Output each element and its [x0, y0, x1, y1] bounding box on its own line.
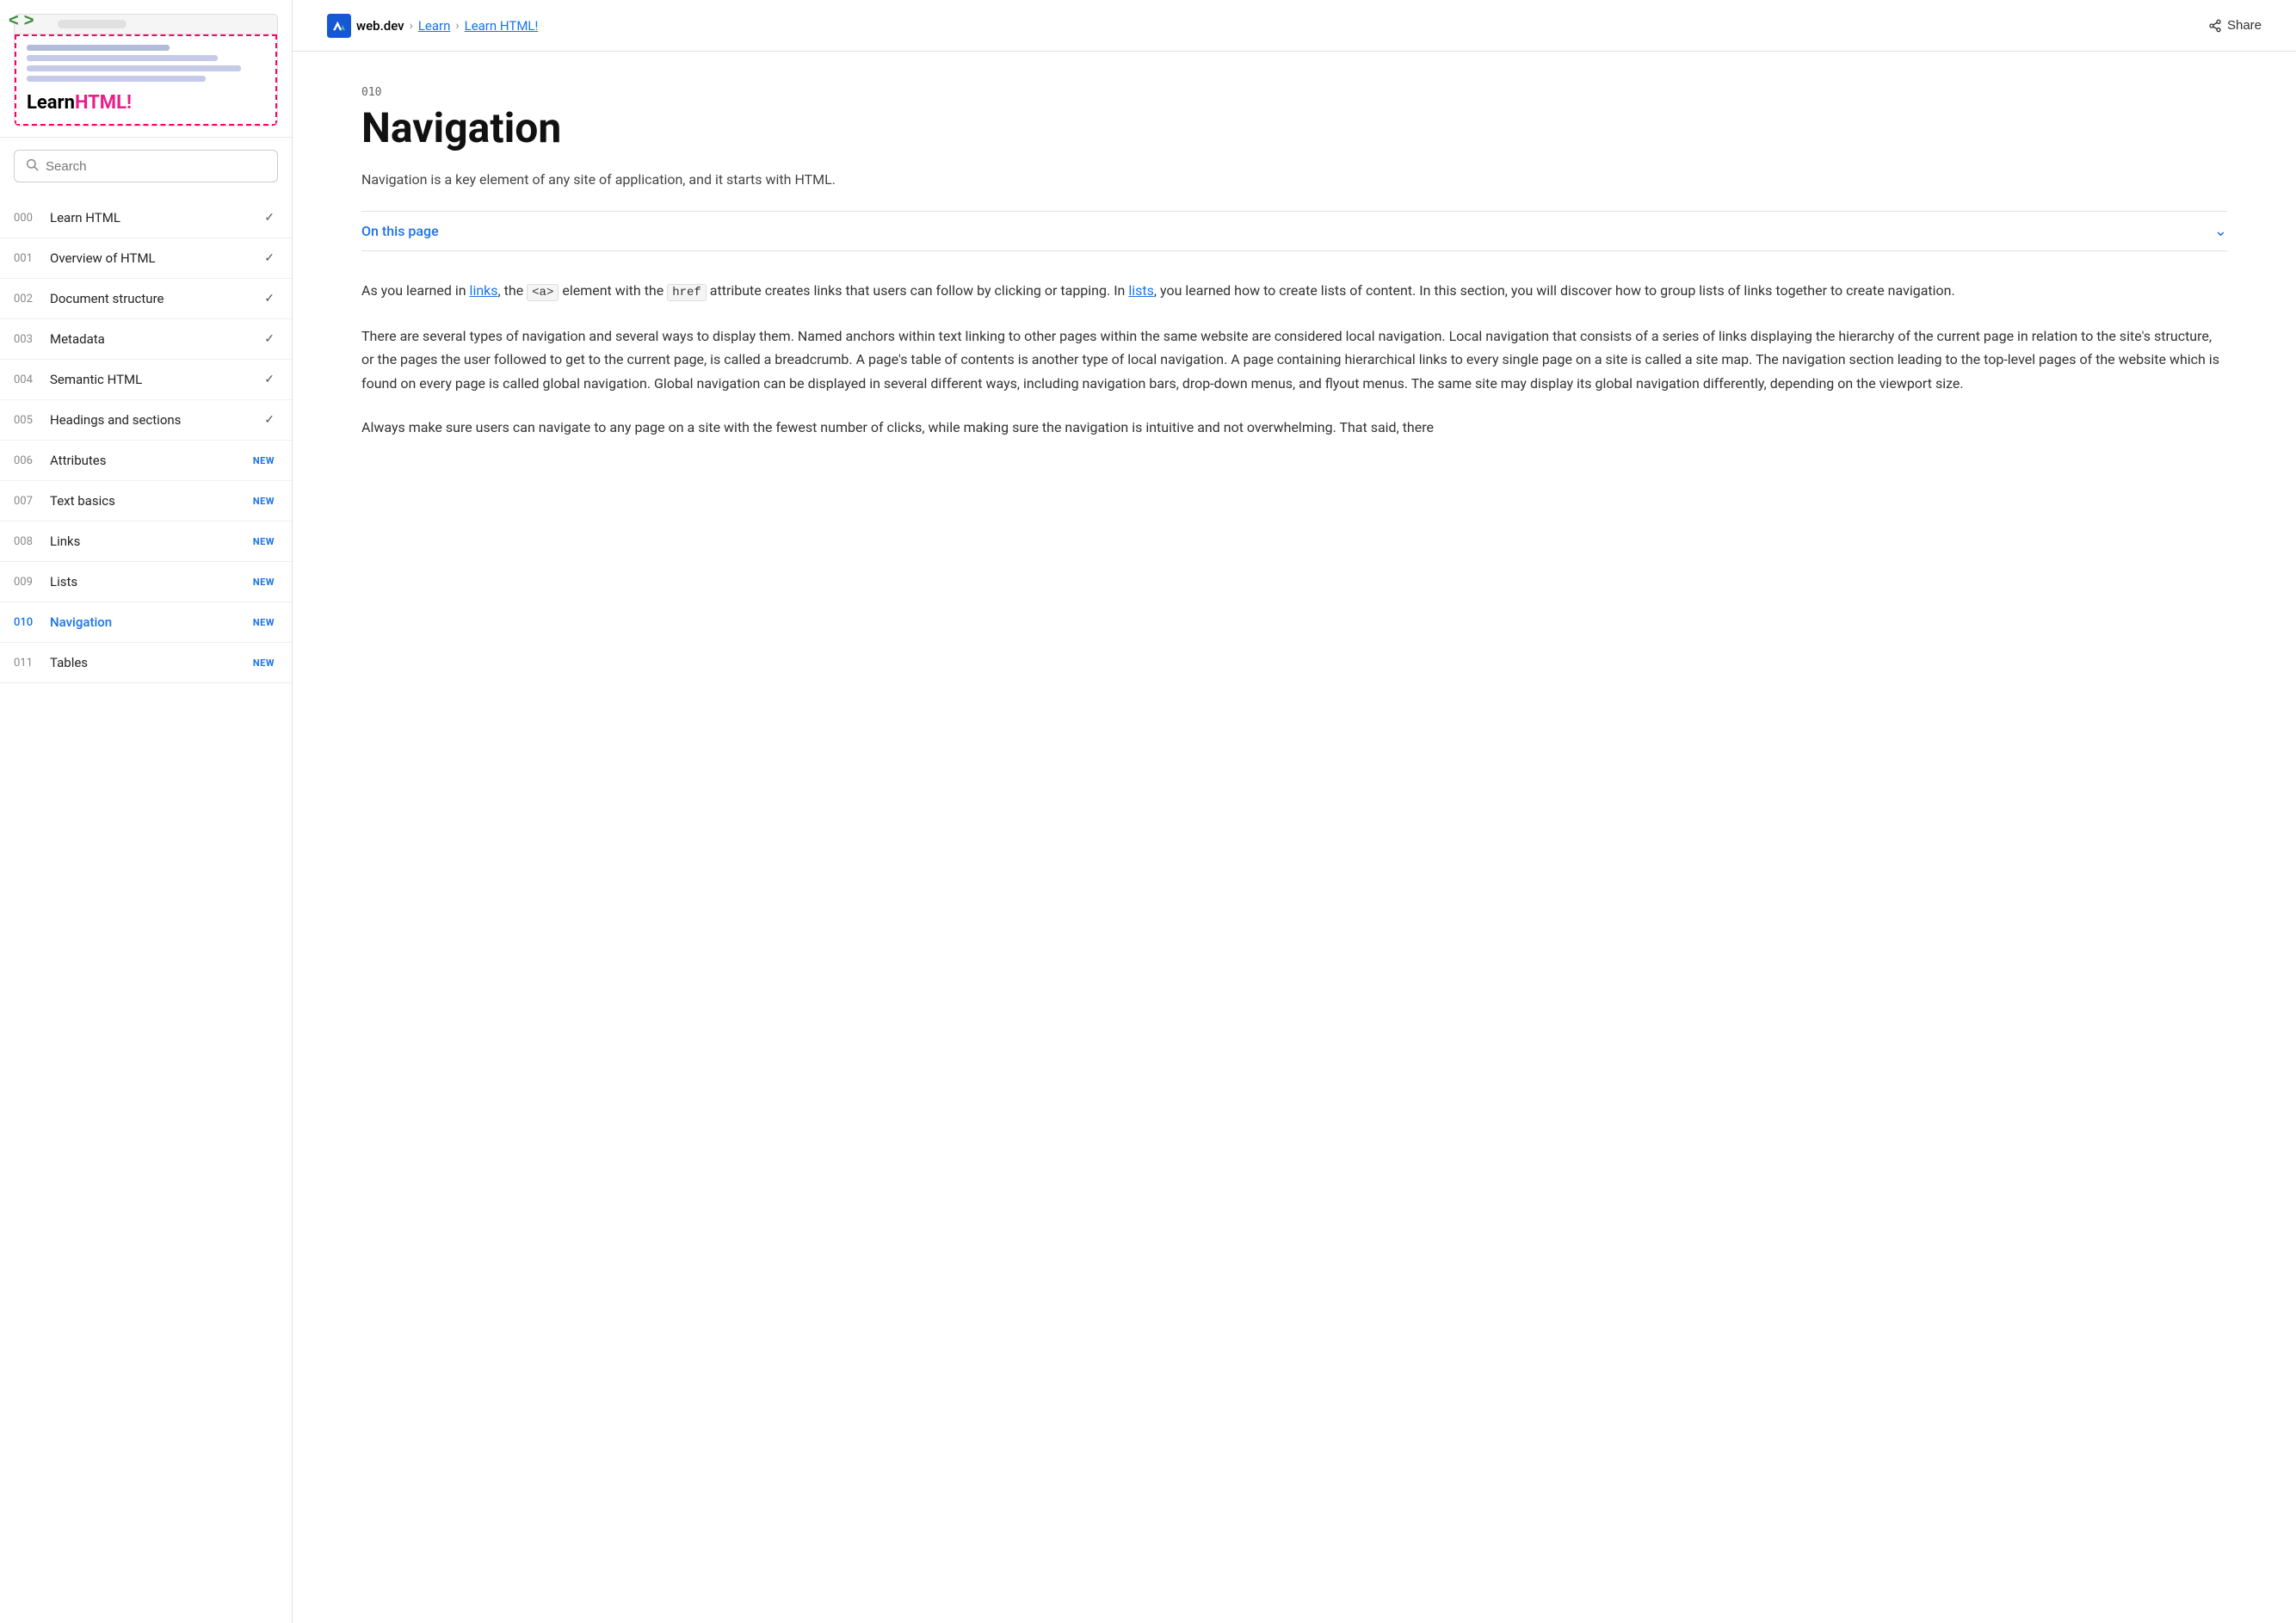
nav-item-009[interactable]: 009 Lists NEW	[0, 562, 292, 602]
breadcrumb-current[interactable]: Learn HTML!	[465, 18, 539, 34]
browser-titlebar: < >	[15, 15, 277, 34]
new-badge-007: NEW	[253, 496, 275, 507]
nav-item-001[interactable]: 001 Overview of HTML ✓	[0, 238, 292, 279]
nav-list: 000 Learn HTML ✓ 001 Overview of HTML ✓ …	[0, 194, 292, 1623]
on-this-page-label: On this page	[361, 223, 439, 239]
body-paragraph-3: Always make sure users can navigate to a…	[361, 416, 2227, 439]
main-content-area: web.dev › Learn › Learn HTML! Share 010 …	[293, 0, 2296, 1623]
search-area	[0, 138, 292, 194]
share-label: Share	[2227, 18, 2262, 33]
webdev-logo-icon	[327, 14, 351, 38]
page-subtitle: Navigation is a key element of any site …	[361, 169, 2227, 191]
body1-mid2: element with the	[559, 282, 667, 299]
nav-item-011[interactable]: 011 Tables NEW	[0, 643, 292, 683]
url-bar-mock	[58, 20, 127, 28]
back-button[interactable]: <	[14, 14, 19, 29]
mock-line-4	[27, 76, 206, 82]
chevron-down-icon: ⌄	[2214, 222, 2227, 240]
breadcrumb-sep-2: ›	[455, 19, 459, 33]
nav-item-004[interactable]: 004 Semantic HTML ✓	[0, 360, 292, 400]
nav-item-007[interactable]: 007 Text basics NEW	[0, 481, 292, 521]
check-icon-004: ✓	[264, 373, 275, 386]
breadcrumb-sep-1: ›	[410, 19, 413, 33]
body1-suffix: , you learned how to create lists of con…	[1154, 282, 1955, 299]
body1-mid3: attribute creates links that users can f…	[707, 282, 1129, 299]
new-badge-006: NEW	[253, 455, 275, 466]
on-this-page-toggle[interactable]: On this page ⌄	[361, 211, 2227, 251]
share-button[interactable]: Share	[2208, 18, 2262, 33]
nav-item-005[interactable]: 005 Headings and sections ✓	[0, 400, 292, 441]
sidebar-logo-area: < > LearnHTML!	[0, 0, 292, 138]
nav-item-002[interactable]: 002 Document structure ✓	[0, 279, 292, 319]
logo-text: LearnHTML!	[27, 89, 265, 114]
topbar: web.dev › Learn › Learn HTML! Share	[293, 0, 2296, 52]
browser-content-mock: LearnHTML!	[15, 34, 277, 126]
site-name: web.dev	[356, 18, 404, 34]
check-icon-005: ✓	[264, 413, 275, 427]
page-number: 010	[361, 86, 2227, 99]
nav-item-003[interactable]: 003 Metadata ✓	[0, 319, 292, 360]
share-icon	[2208, 19, 2222, 33]
mock-line-2	[27, 55, 218, 61]
mock-lines	[27, 45, 265, 82]
href-attr-code: href	[667, 284, 707, 301]
new-badge-010: NEW	[253, 617, 275, 628]
lists-link[interactable]: lists	[1128, 282, 1154, 299]
body-paragraph-1: As you learned in links, the <a> element…	[361, 279, 2227, 304]
browser-nav-btns: < >	[14, 14, 34, 29]
nav-item-000[interactable]: 000 Learn HTML ✓	[0, 198, 292, 238]
breadcrumb: web.dev › Learn › Learn HTML!	[327, 14, 538, 38]
search-icon	[25, 157, 39, 175]
webdev-logo-area[interactable]: web.dev	[327, 14, 404, 38]
search-wrapper[interactable]	[14, 150, 278, 182]
a-element-code: <a>	[527, 284, 559, 301]
new-badge-009: NEW	[253, 577, 275, 588]
browser-chrome-mock: < > LearnHTML!	[14, 14, 278, 127]
new-badge-008: NEW	[253, 536, 275, 547]
check-icon-000: ✓	[264, 211, 275, 225]
search-input[interactable]	[46, 159, 267, 174]
page-title: Navigation	[361, 106, 2227, 151]
logo-learn: Learn	[27, 92, 75, 114]
nav-item-008[interactable]: 008 Links NEW	[0, 521, 292, 562]
check-icon-002: ✓	[264, 292, 275, 305]
check-icon-003: ✓	[264, 332, 275, 346]
body1-prefix: As you learned in	[361, 282, 470, 299]
check-icon-001: ✓	[264, 251, 275, 265]
links-link[interactable]: links	[470, 282, 498, 299]
mock-line-3	[27, 65, 241, 71]
body1-mid1: , the	[498, 282, 528, 299]
nav-item-010[interactable]: 010 Navigation NEW	[0, 602, 292, 643]
logo-html: HTML!	[75, 92, 132, 114]
breadcrumb-learn[interactable]: Learn	[418, 18, 451, 34]
body-paragraph-2: There are several types of navigation an…	[361, 324, 2227, 395]
nav-item-006[interactable]: 006 Attributes NEW	[0, 441, 292, 481]
sidebar: < > LearnHTML!	[0, 0, 293, 1623]
mock-line-1	[27, 45, 170, 51]
new-badge-011: NEW	[253, 657, 275, 669]
forward-button[interactable]: >	[24, 14, 34, 29]
content-area: 010 Navigation Navigation is a key eleme…	[293, 52, 2296, 1623]
